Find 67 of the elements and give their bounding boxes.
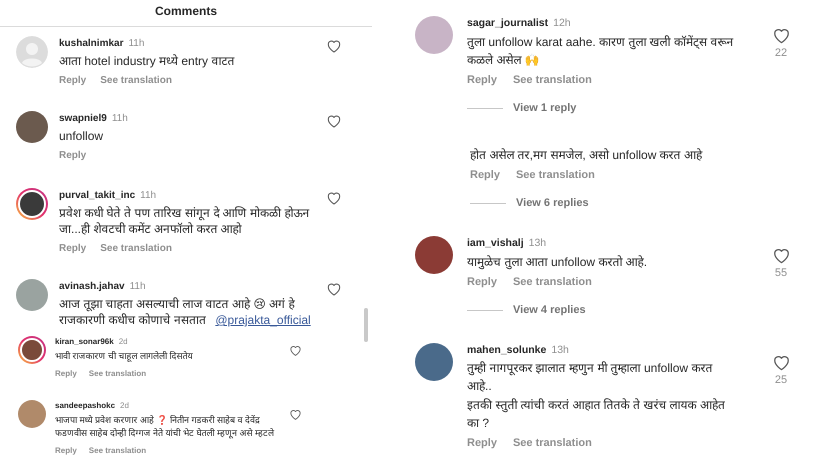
comment-text: unfollow (59, 128, 104, 144)
heart-icon[interactable] (326, 113, 342, 129)
reply-link[interactable]: Reply (467, 435, 497, 452)
see-translation-link[interactable]: See translation (100, 241, 172, 256)
reply-link[interactable]: Reply (467, 72, 497, 88)
comment-text: यामुळेच तुला आता unfollow करतो आहे. (467, 254, 648, 270)
username[interactable]: mahen_solunke (467, 344, 546, 356)
mention-link[interactable]: @prajakta_official (215, 313, 311, 327)
view-replies-link[interactable]: View 1 reply (513, 100, 576, 117)
heart-icon[interactable] (326, 38, 342, 54)
reply-link[interactable]: Reply (470, 166, 500, 184)
timestamp: 11h (112, 113, 128, 124)
heart-icon[interactable] (289, 408, 302, 421)
username[interactable]: purval_takit_inc (59, 190, 136, 201)
see-translation-link[interactable]: See translation (512, 72, 592, 88)
comment-text: होत असेल तर,मग समजेल, असो unfollow करत आहे (470, 146, 702, 164)
reply-link[interactable]: Reply (467, 274, 497, 290)
reply-link[interactable]: Reply (59, 148, 86, 163)
reply-link[interactable]: Reply (59, 73, 86, 88)
avatar-photo[interactable] (16, 111, 48, 143)
heart-icon[interactable] (772, 26, 790, 45)
username[interactable]: iam_vishalj (467, 236, 524, 249)
comment-text: तुला unfollow karat aahe. कारण तुला खली कॉमेंट्स वरून कळले असेल 🙌 (467, 34, 734, 69)
comments-title: Comments (0, 0, 372, 27)
timestamp: 11h (130, 281, 146, 292)
comment-text: इतकी स्तुती त्यांची करतं आहात तितके ते खरंच लायक आहेत का ? (467, 397, 726, 432)
see-translation-link[interactable]: See translation (512, 274, 592, 290)
reply-link[interactable]: Reply (59, 241, 86, 256)
avatar-photo[interactable] (415, 342, 453, 380)
timestamp: 12h (553, 17, 571, 29)
view-replies-link[interactable]: View 6 replies (516, 195, 589, 212)
reply-link[interactable]: Reply (55, 368, 77, 380)
timestamp: 11h (140, 190, 156, 201)
heart-icon[interactable] (326, 190, 342, 206)
username[interactable]: sagar_journalist (467, 17, 548, 29)
see-translation-link[interactable]: See translation (512, 435, 592, 452)
comment-text: प्रवेश कधी घेते ते पण तारिख सांगून दे आणि मोकळी होऊन जा...ही शेवटची कमेंट अनफॉलो करत आहो (59, 205, 310, 237)
comment-text: आज तूझा चाहता असल्याची लाज वाटत आहे 😢 अगं हे राजकारणी कधीच कोणाचे नसतात @prajakta_official (59, 296, 312, 328)
like-count: 55 (774, 266, 788, 281)
reply-link[interactable]: Reply (55, 445, 77, 457)
like-count: 22 (774, 46, 788, 61)
comment-text: भाजपा मध्ये प्रवेश करणार आहे ❓ नितीन गडकरी साहेब व देवेंद्र फडणवीस साहेब दोन्ही दिग्गज नेते यांची भेट घेतली म्हणून असे म्हटले (55, 414, 276, 440)
comment-text: भावी राजकारण ची चाहूल लागलेली दिसतेय (55, 350, 194, 363)
comment-text: आता hotel industry मध्ये entry वाटत (59, 53, 236, 69)
see-translation-link[interactable]: See translation (516, 166, 595, 184)
timestamp: 11h (128, 38, 144, 49)
username[interactable]: swapniel9 (59, 113, 107, 124)
heart-icon[interactable] (289, 344, 302, 357)
see-translation-link[interactable]: See translation (88, 445, 146, 457)
see-translation-link[interactable]: See translation (88, 368, 146, 380)
see-translation-link[interactable]: See translation (100, 73, 172, 88)
username[interactable]: kushalnimkar (59, 38, 124, 49)
avatar-photo[interactable] (415, 236, 453, 274)
like-count: 25 (774, 372, 788, 388)
username[interactable]: kiran_sonar96k (55, 337, 114, 346)
timestamp: 13h (551, 344, 569, 356)
heart-icon[interactable] (326, 281, 342, 297)
username[interactable]: sandeepashokc (55, 401, 116, 410)
username[interactable]: avinash.jahav (59, 281, 125, 292)
avatar-photo[interactable] (18, 336, 46, 364)
scrollbar[interactable] (364, 308, 368, 342)
timestamp: 2d (118, 337, 128, 346)
avatar-photo[interactable] (16, 188, 48, 220)
comment-text: तुम्ही नागपूरकर झालात म्हणुन मी तुम्हाला unfollow करत आहे.. (467, 360, 714, 396)
timestamp: 2d (120, 401, 129, 410)
view-replies-link[interactable]: View 4 replies (513, 302, 586, 318)
timestamp: 13h (528, 236, 546, 249)
